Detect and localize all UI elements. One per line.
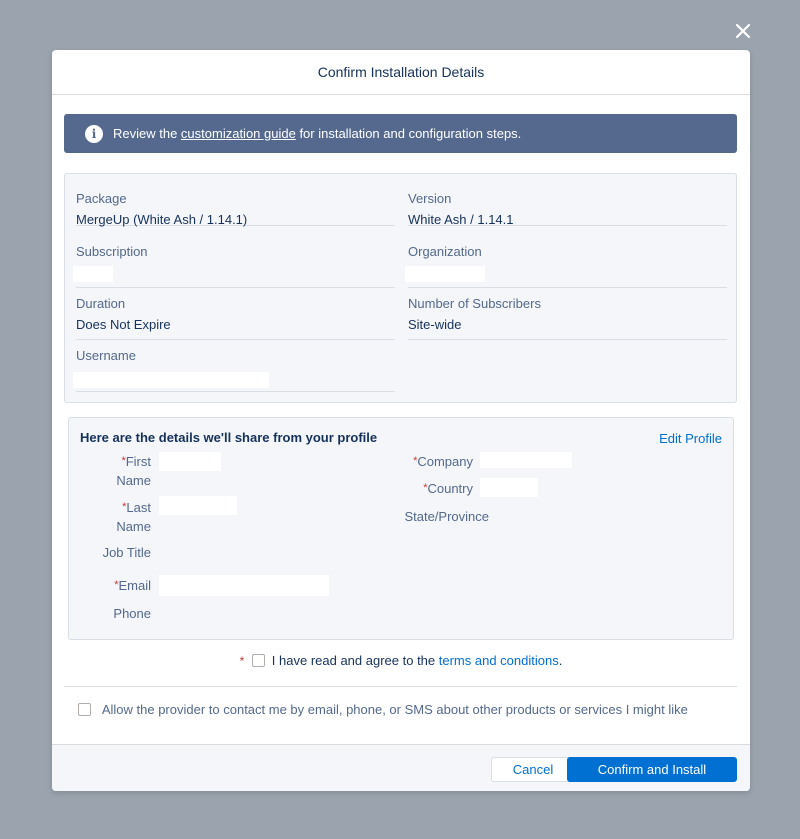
last-name-label: *Last Name: [116, 500, 151, 534]
package-field: Package MergeUp (White Ash / 1.14.1): [76, 174, 395, 227]
banner-text: Review the customization guide for insta…: [113, 126, 522, 141]
duration-field: Duration Does Not Expire: [76, 288, 395, 340]
subscribers-field: Number of Subscribers Site-wide: [408, 288, 727, 340]
job-title-label: Job Title: [102, 545, 151, 560]
modal-footer: Cancel Confirm and Install: [52, 744, 750, 791]
confirm-install-button[interactable]: Confirm and Install: [567, 757, 737, 782]
version-value: White Ash / 1.14.1: [408, 212, 514, 227]
terms-required-mark: *: [239, 654, 245, 668]
username-field: Username: [73, 340, 395, 392]
state-province-label: State/Province: [404, 509, 489, 524]
company-value-redacted: [480, 452, 572, 468]
username-value-redacted: [73, 372, 269, 388]
profile-details: Here are the details we'll share from yo…: [68, 417, 734, 640]
contact-consent-row: Allow the provider to contact me by emai…: [78, 702, 688, 717]
close-icon: [735, 23, 751, 39]
last-name-value-redacted: [159, 496, 237, 515]
info-icon: i: [85, 124, 103, 143]
first-name-value-redacted: [159, 452, 221, 471]
organization-label: Organization: [408, 244, 482, 259]
first-name-label: *First Name: [116, 454, 151, 488]
duration-label: Duration: [76, 296, 126, 311]
install-modal: Confirm Installation Details i Review th…: [52, 50, 750, 791]
terms-agreement-row: * I have read and agree to the terms and…: [239, 653, 563, 668]
terms-text: I have read and agree to the: [271, 653, 439, 668]
modal-title: Confirm Installation Details: [317, 64, 485, 80]
subscribers-label: Number of Subscribers: [408, 296, 541, 311]
version-label: Version: [408, 191, 452, 206]
section-divider: [64, 686, 737, 687]
subscription-field: Subscription: [73, 236, 395, 288]
package-details: Package MergeUp (White Ash / 1.14.1) Ver…: [64, 173, 737, 403]
company-label: *Company: [413, 454, 473, 469]
subscription-value-redacted: [73, 266, 113, 282]
country-label: *Country: [423, 481, 473, 496]
email-label: *Email: [114, 578, 151, 593]
edit-profile-link[interactable]: Edit Profile: [659, 431, 722, 446]
terms-checkbox[interactable]: [251, 654, 265, 667]
package-label: Package: [76, 191, 127, 206]
subscription-label: Subscription: [76, 244, 148, 259]
subscribers-value: Site-wide: [408, 317, 462, 332]
close-modal-button[interactable]: [734, 22, 752, 40]
profile-title: Here are the details we'll share from yo…: [80, 430, 378, 445]
email-value-redacted: [159, 575, 329, 596]
contact-consent-checkbox[interactable]: [78, 703, 91, 716]
organization-value-redacted: [405, 266, 485, 282]
cancel-button[interactable]: Cancel: [491, 757, 575, 782]
version-field: Version White Ash / 1.14.1: [408, 174, 727, 227]
duration-value: Does Not Expire: [76, 317, 171, 332]
contact-consent-text: Allow the provider to contact me by emai…: [101, 702, 688, 717]
organization-field: Organization: [405, 236, 727, 288]
phone-label: Phone: [113, 606, 151, 621]
country-value-redacted: [480, 478, 538, 497]
terms-and-conditions-link[interactable]: terms and conditions: [439, 653, 559, 668]
modal-header: Confirm Installation Details: [52, 50, 750, 95]
username-label: Username: [76, 348, 136, 363]
info-banner: i Review the customization guide for ins…: [64, 114, 737, 153]
package-value: MergeUp (White Ash / 1.14.1): [76, 212, 248, 227]
customization-guide-link[interactable]: customization guide: [181, 126, 296, 141]
